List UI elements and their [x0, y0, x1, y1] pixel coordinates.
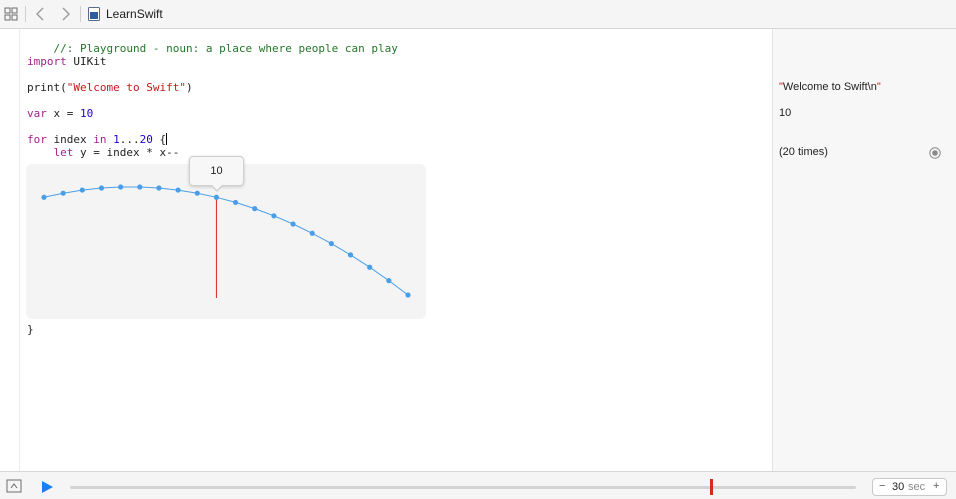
- data-point[interactable]: [271, 213, 277, 219]
- data-point[interactable]: [290, 221, 296, 227]
- data-point[interactable]: [405, 292, 411, 298]
- code-text: {: [152, 133, 167, 146]
- value-tooltip: 10: [189, 156, 244, 192]
- data-point[interactable]: [367, 264, 373, 270]
- forward-arrow-icon[interactable]: [59, 6, 73, 22]
- text-cursor: [166, 133, 168, 145]
- duration-unit: sec: [908, 481, 926, 493]
- inline-result-graph[interactable]: [26, 164, 426, 319]
- code-string: "Welcome to Swift": [66, 81, 186, 94]
- data-point[interactable]: [79, 187, 85, 193]
- code-line: }: [27, 323, 34, 336]
- duration-value: 30: [892, 481, 905, 493]
- code-keyword: let: [53, 146, 74, 159]
- code-line: let y = index * x--: [27, 146, 180, 159]
- navigation-bar: LearnSwift: [0, 0, 956, 29]
- code-number: 20: [139, 133, 153, 146]
- code-text: }: [27, 323, 34, 336]
- play-icon[interactable]: [40, 480, 54, 494]
- result-text: Welcome to Swift\n: [782, 81, 877, 93]
- increment-button[interactable]: +: [933, 480, 939, 492]
- code-text: x =: [46, 107, 80, 120]
- data-point[interactable]: [98, 185, 105, 191]
- timeline-playhead[interactable]: [710, 479, 714, 495]
- code-text: UIKit: [66, 55, 107, 68]
- result-loop[interactable]: (20 times): [779, 146, 828, 158]
- code-text: print(: [27, 81, 67, 94]
- code-line: for index in 1...20 {: [27, 133, 168, 146]
- code-number: 1: [113, 133, 120, 146]
- code-keyword: import: [27, 55, 67, 68]
- series-line: [43, 186, 409, 296]
- code-text: ): [185, 81, 193, 94]
- code-keyword: var: [27, 107, 47, 120]
- data-point[interactable]: [118, 184, 124, 190]
- toolbar-divider: [80, 6, 81, 22]
- code-comment: //: Playground - noun: a place where peo…: [53, 42, 398, 55]
- data-point[interactable]: [213, 194, 220, 200]
- timeline-slider[interactable]: [70, 486, 856, 489]
- decrement-button[interactable]: −: [879, 480, 885, 492]
- show-result-icon[interactable]: [929, 147, 941, 159]
- code-line: import UIKit: [27, 55, 107, 68]
- grid-icon[interactable]: [4, 7, 18, 21]
- code-text: ...: [119, 133, 140, 146]
- code-text: index: [46, 133, 94, 146]
- data-point[interactable]: [328, 240, 334, 247]
- swift-file-icon: [88, 7, 100, 21]
- data-point[interactable]: [60, 190, 66, 196]
- duration-stepper[interactable]: − 30 sec +: [872, 478, 947, 496]
- timeline-bar: − 30 sec +: [0, 471, 956, 499]
- line-graph: [41, 184, 411, 298]
- data-point[interactable]: [232, 199, 239, 206]
- data-point[interactable]: [41, 194, 47, 200]
- code-text: y = index * x--: [73, 146, 180, 159]
- result-quote: ": [876, 81, 881, 93]
- data-point[interactable]: [156, 185, 162, 191]
- toolbar-divider: [25, 6, 26, 22]
- results-sidebar: "Welcome to Swift\n" 10 (20 times): [772, 29, 956, 471]
- tooltip-value: 10: [210, 165, 223, 177]
- editor-gutter: [0, 29, 20, 471]
- result-print[interactable]: "Welcome to Swift\n": [779, 81, 881, 93]
- debug-area-toggle-icon[interactable]: [6, 479, 22, 493]
- data-point[interactable]: [175, 187, 181, 193]
- code-line: print("Welcome to Swift"): [27, 81, 193, 94]
- result-var[interactable]: 10: [779, 107, 791, 119]
- back-arrow-icon[interactable]: [33, 6, 47, 22]
- data-point[interactable]: [347, 252, 354, 258]
- data-point[interactable]: [386, 278, 392, 284]
- tooltip-arrow: [212, 185, 222, 190]
- code-line: var x = 10: [27, 107, 93, 120]
- file-name[interactable]: LearnSwift: [106, 7, 163, 21]
- data-point[interactable]: [194, 190, 200, 196]
- data-point[interactable]: [137, 184, 143, 190]
- data-point[interactable]: [252, 206, 258, 212]
- code-keyword: in: [93, 133, 107, 146]
- code-number: 10: [80, 107, 94, 120]
- data-point[interactable]: [309, 230, 315, 236]
- code-keyword: for: [27, 133, 47, 146]
